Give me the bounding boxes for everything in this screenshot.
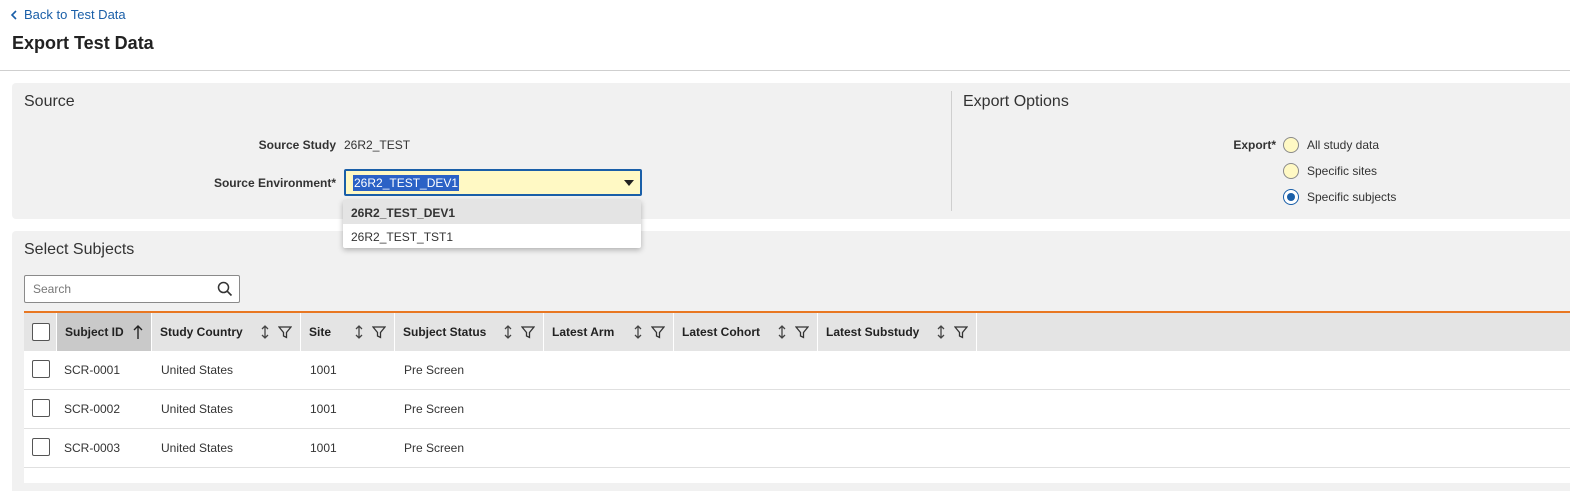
sort-icon[interactable] — [633, 324, 643, 340]
source-environment-select[interactable]: 26R2_TEST_DEV1 — [344, 169, 642, 196]
table-row[interactable]: SCR-0002 United States 1001 Pre Screen — [24, 390, 1570, 429]
sort-icon[interactable] — [936, 324, 946, 340]
row-checkbox[interactable] — [32, 438, 50, 456]
column-header-site[interactable]: Site — [301, 313, 395, 351]
select-subjects-title: Select Subjects — [24, 241, 135, 258]
cell-study-country: United States — [161, 363, 234, 377]
cell-subject-status: Pre Screen — [404, 363, 465, 377]
source-section-title: Source — [24, 93, 75, 110]
radio-button[interactable] — [1283, 163, 1299, 179]
source-environment-selected-value: 26R2_TEST_DEV1 — [353, 175, 460, 191]
filter-icon[interactable] — [651, 325, 665, 339]
chevron-left-icon — [10, 9, 17, 20]
sort-icon[interactable] — [777, 324, 787, 340]
filter-icon[interactable] — [795, 325, 809, 339]
sort-ascending-icon[interactable] — [133, 324, 143, 340]
filter-icon[interactable] — [954, 325, 968, 339]
sort-icon[interactable] — [503, 324, 513, 340]
table-row[interactable]: SCR-0001 United States 1001 Pre Screen — [24, 351, 1570, 390]
header-divider — [0, 70, 1570, 71]
cell-subject-status: Pre Screen — [404, 441, 465, 455]
back-to-test-data-link[interactable]: Back to Test Data — [10, 7, 126, 22]
column-header-subject-status[interactable]: Subject Status — [395, 313, 544, 351]
search-input[interactable] — [25, 276, 210, 302]
select-all-checkbox[interactable] — [32, 323, 50, 341]
caret-down-icon — [624, 180, 634, 186]
radio-label: All study data — [1307, 138, 1380, 152]
cell-site: 1001 — [310, 402, 337, 416]
radio-all-study-data[interactable]: All study data — [1283, 137, 1379, 153]
panel-divider — [951, 91, 952, 211]
table-row[interactable]: SCR-0003 United States 1001 Pre Screen — [24, 429, 1570, 468]
cell-site: 1001 — [310, 441, 337, 455]
source-environment-label: Source Environment* — [213, 176, 336, 190]
radio-label: Specific subjects — [1307, 190, 1397, 204]
select-all-cell — [24, 313, 57, 351]
cell-subject-status: Pre Screen — [404, 402, 465, 416]
cell-subject-id: SCR-0002 — [64, 402, 121, 416]
source-study-value: 26R2_TEST — [344, 138, 411, 152]
source-study-label: Source Study — [258, 138, 336, 152]
cell-subject-id: SCR-0003 — [64, 441, 121, 455]
sort-icon[interactable] — [354, 324, 364, 340]
radio-button-checked[interactable] — [1283, 189, 1299, 205]
cell-site: 1001 — [310, 363, 337, 377]
cell-subject-id: SCR-0001 — [64, 363, 121, 377]
radio-specific-sites[interactable]: Specific sites — [1283, 163, 1377, 179]
column-header-study-country[interactable]: Study Country — [152, 313, 301, 351]
dropdown-option-tst1[interactable]: 26R2_TEST_TST1 — [343, 224, 641, 248]
export-options-title: Export Options — [963, 93, 1069, 110]
cell-study-country: United States — [161, 402, 234, 416]
radio-label: Specific sites — [1307, 164, 1378, 178]
source-environment-dropdown: 26R2_TEST_DEV1 26R2_TEST_TST1 — [343, 200, 641, 248]
filter-icon[interactable] — [278, 325, 292, 339]
column-header-latest-cohort[interactable]: Latest Cohort — [674, 313, 818, 351]
radio-specific-subjects[interactable]: Specific subjects — [1283, 189, 1396, 205]
row-checkbox[interactable] — [32, 360, 50, 378]
search-icon[interactable] — [217, 281, 233, 297]
column-header-latest-arm[interactable]: Latest Arm — [544, 313, 674, 351]
search-field[interactable] — [24, 275, 240, 303]
filter-icon[interactable] — [372, 325, 386, 339]
radio-button[interactable] — [1283, 137, 1299, 153]
sort-icon[interactable] — [260, 324, 270, 340]
table-header: Subject ID Study Country Site Subject St… — [24, 313, 1570, 351]
page-title: Export Test Data — [12, 33, 154, 53]
column-header-latest-substudy[interactable]: Latest Substudy — [818, 313, 977, 351]
dropdown-option-dev1[interactable]: 26R2_TEST_DEV1 — [343, 200, 641, 224]
back-link-label: Back to Test Data — [24, 7, 126, 22]
column-header-subject-id[interactable]: Subject ID — [57, 313, 152, 351]
cell-study-country: United States — [161, 441, 234, 455]
row-checkbox[interactable] — [32, 399, 50, 417]
filter-icon[interactable] — [521, 325, 535, 339]
export-label: Export* — [1233, 138, 1276, 152]
table-body: SCR-0001 United States 1001 Pre Screen S… — [24, 351, 1570, 483]
